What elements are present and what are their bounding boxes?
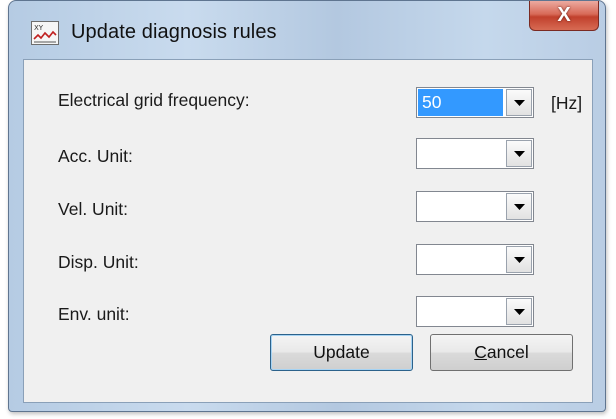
disp-unit-dropdown-button[interactable]: [506, 246, 532, 273]
acc-unit-select[interactable]: [416, 138, 534, 169]
cancel-label-rest: ancel: [486, 342, 529, 362]
env-unit-dropdown-button[interactable]: [506, 298, 532, 325]
acc-unit-value[interactable]: [418, 140, 503, 167]
grid-frequency-label: Electrical grid frequency:: [58, 90, 250, 110]
grid-frequency-value[interactable]: 50: [418, 89, 503, 116]
vel-unit-label: Vel. Unit:: [58, 199, 129, 219]
cancel-button[interactable]: Cancel: [430, 334, 573, 371]
svg-text:XY: XY: [34, 24, 44, 32]
grid-frequency-dropdown-button[interactable]: [506, 89, 532, 116]
env-unit-select[interactable]: [416, 296, 534, 327]
env-unit-value[interactable]: [418, 298, 503, 325]
window-title: Update diagnosis rules: [71, 21, 277, 43]
grid-frequency-select[interactable]: 50: [416, 87, 534, 118]
chevron-down-icon: [514, 151, 525, 157]
disp-unit-select[interactable]: [416, 244, 534, 275]
env-unit-label: Env. unit:: [58, 304, 130, 324]
vel-unit-value[interactable]: [418, 193, 503, 220]
chevron-down-icon: [514, 257, 525, 263]
dialog-window: XY Update diagnosis rules X Electrical g…: [8, 0, 606, 412]
disp-unit-value[interactable]: [418, 246, 503, 273]
acc-unit-label: Acc. Unit:: [58, 146, 133, 166]
vel-unit-select[interactable]: [416, 191, 534, 222]
vel-unit-dropdown-button[interactable]: [506, 193, 532, 220]
acc-unit-dropdown-button[interactable]: [506, 140, 532, 167]
cancel-mnemonic: C: [474, 342, 487, 362]
update-button[interactable]: Update: [270, 334, 413, 371]
disp-unit-label: Disp. Unit:: [58, 252, 139, 272]
title-bar[interactable]: XY Update diagnosis rules X: [9, 1, 605, 59]
dialog-body: Electrical grid frequency: 50 [Hz] Acc. …: [23, 59, 593, 403]
chevron-down-icon: [514, 309, 525, 315]
diagnosis-chart-icon: XY: [31, 21, 59, 45]
frequency-unit-label: [Hz]: [551, 93, 583, 113]
close-button[interactable]: X: [529, 1, 599, 31]
chevron-down-icon: [514, 100, 525, 106]
chevron-down-icon: [514, 204, 525, 210]
